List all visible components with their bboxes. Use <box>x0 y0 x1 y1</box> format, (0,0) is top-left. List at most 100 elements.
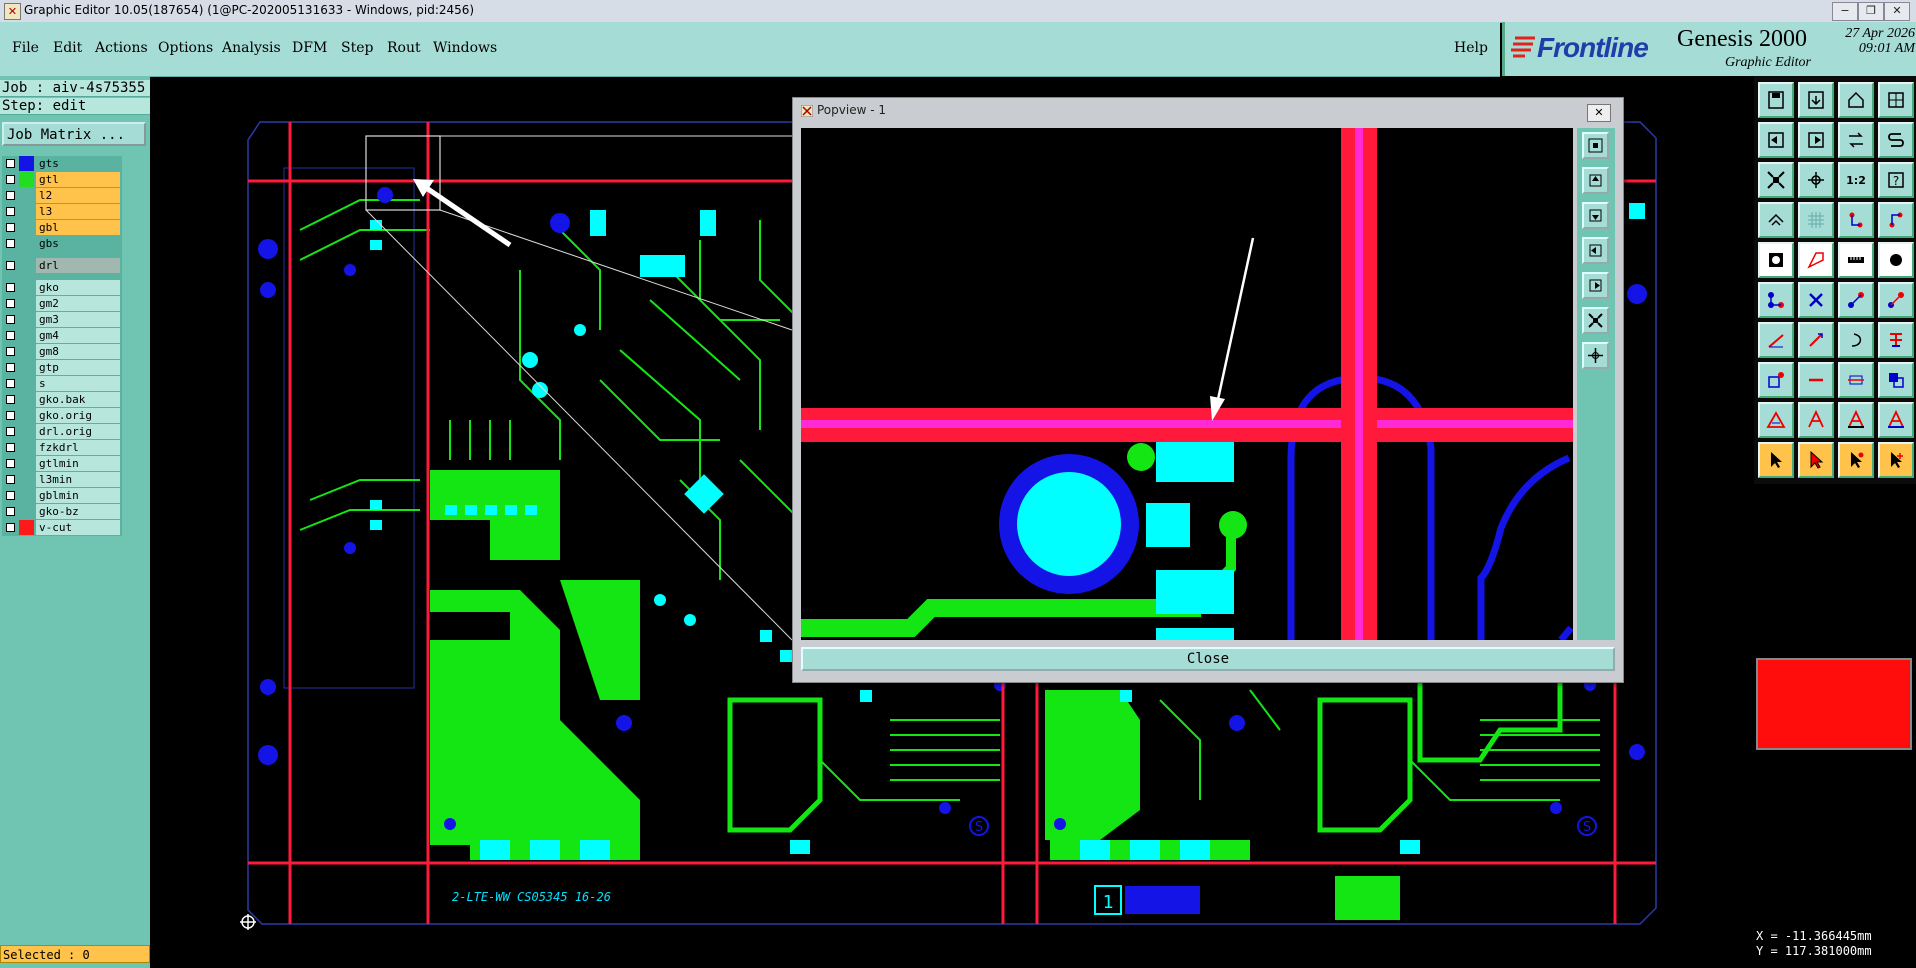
save-tool-button-0[interactable] <box>1758 82 1794 118</box>
layer-name[interactable]: gko.bak <box>36 392 120 407</box>
layer-color-swatch[interactable] <box>19 488 34 503</box>
popview-right-button[interactable] <box>1582 272 1609 299</box>
split-tool-button-27[interactable] <box>1878 322 1914 358</box>
net-tool-button-14[interactable] <box>1838 202 1874 238</box>
layer-name[interactable]: gtlmin <box>36 456 120 471</box>
layer-name[interactable]: gts <box>36 156 120 171</box>
layer-color-swatch[interactable] <box>19 328 34 343</box>
layer-row-gm2[interactable]: gm2 <box>2 296 122 311</box>
layer-color-swatch[interactable] <box>19 440 34 455</box>
pointer2-tool-button-37[interactable] <box>1798 442 1834 478</box>
layer-checkbox[interactable] <box>6 315 15 324</box>
layer-name[interactable]: gko.orig <box>36 408 120 423</box>
minus-tool-button-29[interactable] <box>1798 362 1834 398</box>
layer-name[interactable]: gm2 <box>36 296 120 311</box>
layer-color-swatch[interactable] <box>19 296 34 311</box>
layer-color-swatch[interactable] <box>19 204 34 219</box>
layer-color-swatch[interactable] <box>19 188 34 203</box>
menu-actions[interactable]: Actions <box>95 40 148 56</box>
layer-name[interactable]: gm8 <box>36 344 120 359</box>
layer-checkbox[interactable] <box>6 191 15 200</box>
layers-tool-button-3[interactable] <box>1878 82 1914 118</box>
layer-color-swatch[interactable] <box>19 520 34 535</box>
nodes-tool-button-20[interactable] <box>1758 282 1794 318</box>
layer-color-swatch[interactable] <box>19 424 34 439</box>
layer-checkbox[interactable] <box>6 379 15 388</box>
layer-row-gko-bz[interactable]: gko-bz <box>2 504 122 519</box>
popview-close-button[interactable]: Close <box>801 647 1615 671</box>
menu-options[interactable]: Options <box>158 40 213 56</box>
layer-color-swatch[interactable] <box>19 220 34 235</box>
query-tool-button-11[interactable]: ? <box>1878 162 1914 198</box>
link-tool-button-22[interactable] <box>1838 282 1874 318</box>
layer-color-swatch[interactable] <box>19 472 34 487</box>
layer-row-gm4[interactable]: gm4 <box>2 328 122 343</box>
layer-checkbox[interactable] <box>6 507 15 516</box>
popview-window[interactable]: Popview - 1 ✕ Close <box>792 97 1624 683</box>
layer-color-swatch[interactable] <box>19 280 34 295</box>
layer-name[interactable]: l3min <box>36 472 120 487</box>
select-area-tool-button-28[interactable] <box>1758 362 1794 398</box>
grid-tool-button-13[interactable] <box>1798 202 1834 238</box>
layer-row-gblmin[interactable]: gblmin <box>2 488 122 503</box>
layer-checkbox[interactable] <box>6 299 15 308</box>
a-tool-button-35[interactable] <box>1878 402 1914 438</box>
layer-row-l3[interactable]: l3 <box>2 204 122 219</box>
layer-name[interactable]: gko-bz <box>36 504 120 519</box>
layer-name[interactable]: v-cut <box>36 520 120 535</box>
a-tool-button-33[interactable] <box>1798 402 1834 438</box>
layer-checkbox[interactable] <box>6 159 15 168</box>
dot-tool-button-19[interactable] <box>1878 242 1914 278</box>
layer-color-swatch[interactable] <box>19 360 34 375</box>
shape-tool-button-17[interactable] <box>1798 242 1834 278</box>
layer-name[interactable]: drl.orig <box>36 424 120 439</box>
layer-name[interactable]: gbs <box>36 236 120 251</box>
job-matrix-button[interactable]: Job Matrix ... <box>2 122 146 146</box>
layer-color-swatch[interactable] <box>19 236 34 251</box>
close-window-button[interactable]: ✕ <box>1884 2 1910 21</box>
a-tool-button-34[interactable] <box>1838 402 1874 438</box>
layer-row-gtl[interactable]: gtl <box>2 172 122 187</box>
layer-checkbox[interactable] <box>6 427 15 436</box>
right-tool-button-5[interactable] <box>1798 122 1834 158</box>
layer-name[interactable]: gtl <box>36 172 120 187</box>
layer-checkbox[interactable] <box>6 475 15 484</box>
menu-edit[interactable]: Edit <box>53 40 82 56</box>
layer-name[interactable]: gtp <box>36 360 120 375</box>
popview-zoom-window-button[interactable] <box>1582 132 1609 159</box>
fit-tool-button-8[interactable] <box>1758 162 1794 198</box>
swap-tool-button-6[interactable] <box>1838 122 1874 158</box>
pointer4-tool-button-39[interactable] <box>1878 442 1914 478</box>
layer-color-swatch[interactable] <box>19 344 34 359</box>
layer-checkbox[interactable] <box>6 347 15 356</box>
layer-checkbox[interactable] <box>6 223 15 232</box>
layer-row-gm8[interactable]: gm8 <box>2 344 122 359</box>
layer-color-swatch[interactable] <box>19 172 34 187</box>
measure-tool-button-30[interactable] <box>1838 362 1874 398</box>
popview-canvas[interactable] <box>801 128 1573 640</box>
menu-dfm[interactable]: DFM <box>292 40 327 56</box>
popview-close-x[interactable]: ✕ <box>1587 104 1611 122</box>
layer-row-gko-orig[interactable]: gko.orig <box>2 408 122 423</box>
layer-row-gtp[interactable]: gtp <box>2 360 122 375</box>
layer-checkbox[interactable] <box>6 239 15 248</box>
left-tool-button-4[interactable] <box>1758 122 1794 158</box>
layer-row-v-cut[interactable]: v-cut <box>2 520 122 535</box>
pan-tool-button-9[interactable] <box>1798 162 1834 198</box>
layer-checkbox[interactable] <box>6 411 15 420</box>
layer-row-gko-bak[interactable]: gko.bak <box>2 392 122 407</box>
layer-name[interactable]: gm4 <box>36 328 120 343</box>
layer-checkbox[interactable] <box>6 283 15 292</box>
menu-rout[interactable]: Rout <box>387 40 421 56</box>
layer-name[interactable]: s <box>36 376 120 391</box>
ruler-tool-button-18[interactable] <box>1838 242 1874 278</box>
popview-left-button[interactable] <box>1582 237 1609 264</box>
menu-help[interactable]: Help <box>1454 40 1488 56</box>
open-tool-button-1[interactable] <box>1798 82 1834 118</box>
pointer-tool-button-36[interactable] <box>1758 442 1794 478</box>
restore-button[interactable]: ❐ <box>1858 2 1884 21</box>
layer-name[interactable]: l3 <box>36 204 120 219</box>
layer-color-swatch[interactable] <box>19 504 34 519</box>
layer-row-gts[interactable]: gts <box>2 156 122 171</box>
popview-up-button[interactable] <box>1582 167 1609 194</box>
